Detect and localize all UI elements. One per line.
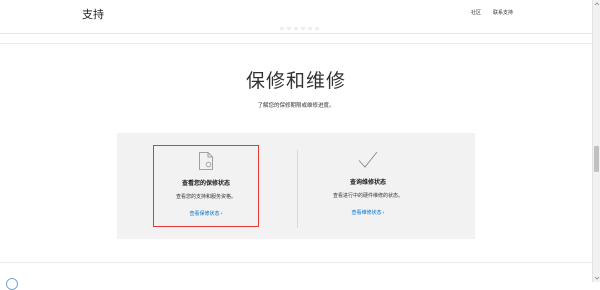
document-icon [199,152,213,170]
bottom-divider [0,262,592,263]
view-warranty-status-link[interactable]: 查看保修状态› [154,210,258,217]
warranty-status-card[interactable]: 查看您的保修状态 查看您的支持和服务资格。 查看保修状态› [153,145,259,227]
scrollbar-thumb[interactable] [594,146,599,172]
vertical-scrollbar[interactable] [592,0,600,282]
contact-support-link[interactable]: 联系支持 [493,9,513,16]
repair-card-description: 查看进行中的硬件维修的状态。 [332,193,403,199]
help-icon[interactable] [6,278,18,290]
page: 支持 社区 联系支持 保修和维修 了解您的保修期限或维修进度。 查看您的保修状态… [0,0,592,290]
checkmark-icon [358,151,378,168]
section-divider [0,43,592,44]
panel-divider [297,150,298,228]
community-link[interactable]: 社区 [471,9,481,16]
view-warranty-status-link-label[interactable]: 查看保修状态 [189,211,219,217]
chevron-right-icon: › [382,210,385,216]
view-repair-status-link[interactable]: 查看维修状态› [315,209,421,216]
repair-card-title: 查询维修状态 [349,179,386,186]
page-title: 保修和维修 [245,70,346,92]
scroll-down-arrow-icon[interactable] [594,275,600,281]
scroll-up-arrow-icon[interactable] [594,1,600,7]
repair-status-card[interactable]: 查询维修状态 查看进行中的硬件维修的状态。 查看维修状态› [315,145,421,227]
nav-placeholder [280,15,330,30]
warranty-card-description: 查看您的支持和服务资格。 [175,194,236,200]
chevron-right-icon: › [220,211,223,217]
warranty-card-title: 查看您的保修状态 [181,180,230,187]
brand-title[interactable]: 支持 [82,6,104,22]
page-subtitle: 了解您的保修期限或维修进度。 [257,103,335,109]
view-repair-status-link-label[interactable]: 查看维修状态 [351,210,381,216]
top-navigation-bar: 支持 社区 联系支持 [0,0,592,34]
